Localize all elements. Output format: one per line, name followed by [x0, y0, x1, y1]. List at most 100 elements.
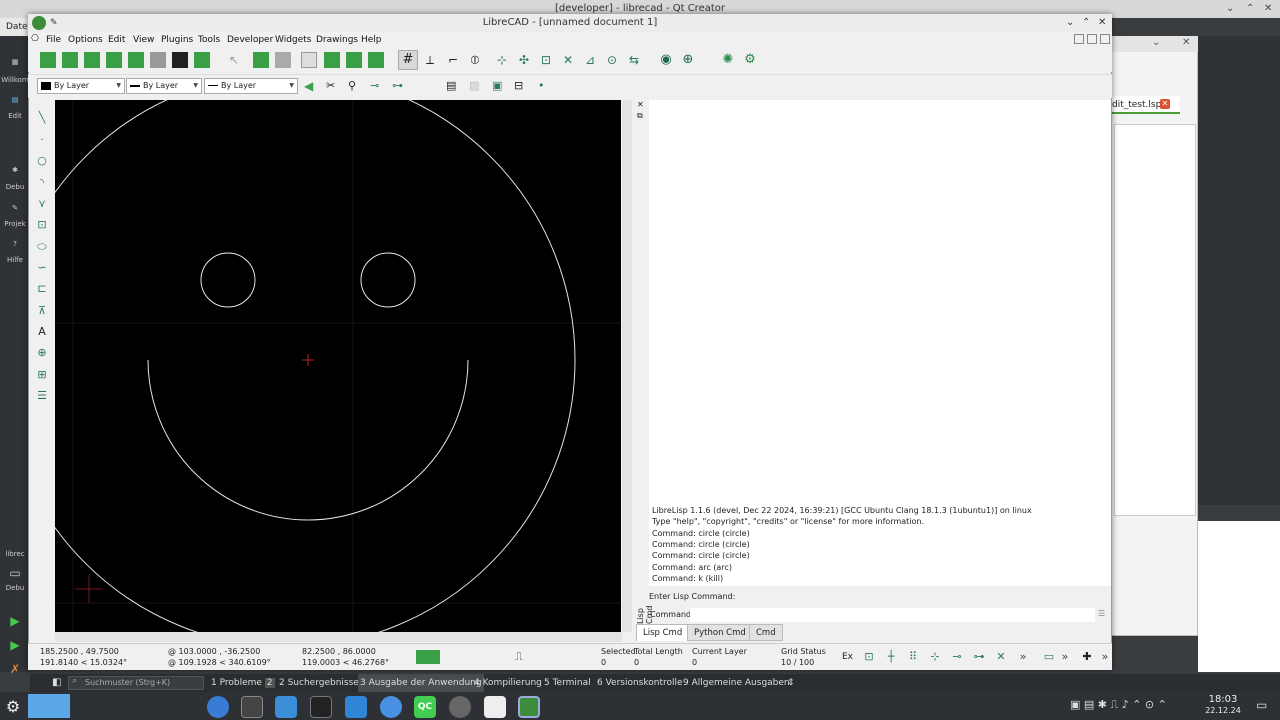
modify-icon[interactable]: ⚲	[348, 79, 356, 92]
right-eye-circle[interactable]	[360, 252, 416, 308]
info-tool-icon[interactable]: ⊞	[34, 367, 50, 383]
close-icon[interactable]: ✕	[1182, 37, 1190, 48]
pen-width-select[interactable]: By Layer ▼	[126, 78, 202, 94]
new-template-icon[interactable]	[62, 52, 78, 68]
mode-help[interactable]: Hilfe	[0, 256, 30, 264]
mode-edit-icon[interactable]: ▤	[0, 96, 30, 104]
qtcreator-icon[interactable]: QC	[414, 696, 436, 718]
ex-label[interactable]: Ex	[842, 652, 853, 662]
menu-options[interactable]: Options	[68, 32, 103, 48]
image-icon[interactable]: ▣	[492, 79, 502, 92]
dock-float-icon[interactable]: ⧉	[637, 111, 643, 121]
face-circle[interactable]	[55, 100, 576, 632]
block-icon[interactable]: ⊟	[514, 79, 523, 92]
menu-plugins[interactable]: Plugins	[161, 32, 193, 48]
restrict-icon[interactable]: ⦶	[467, 52, 483, 68]
run-icon[interactable]: ▶	[0, 614, 30, 628]
mode-projects[interactable]: Projek	[0, 220, 30, 228]
librecad-taskbar-icon[interactable]	[518, 696, 540, 718]
menu-tools[interactable]: Tools	[198, 32, 220, 48]
save-as-icon[interactable]	[128, 52, 144, 68]
menu-developer[interactable]: Developer	[227, 32, 273, 48]
dimension-icon[interactable]: ▤	[446, 79, 456, 92]
mode-debug-icon[interactable]: ✱	[0, 166, 30, 174]
pen-type-select[interactable]: By Layer ▼	[204, 78, 298, 94]
chevron-down-icon[interactable]: ⌄	[1152, 37, 1160, 48]
horizontal-scrollbar[interactable]	[55, 632, 622, 642]
spline-tool-icon[interactable]: ∽	[34, 260, 50, 276]
doc-close-icon[interactable]	[1100, 34, 1110, 44]
close-icon[interactable]: ✕	[1098, 14, 1106, 32]
snap-center-status-icon[interactable]: ⊶	[972, 650, 986, 664]
text-editor-icon[interactable]	[484, 696, 506, 718]
new-icon[interactable]	[40, 52, 56, 68]
vertical-scrollbar[interactable]	[622, 100, 632, 632]
settings-icon[interactable]	[449, 696, 471, 718]
snap-grid-status-icon[interactable]: ⠿	[906, 650, 920, 664]
mouse-mode-icon[interactable]	[416, 650, 440, 664]
editor-pane[interactable]	[1114, 124, 1196, 516]
view-icon[interactable]: ◉	[658, 52, 674, 68]
save-icon[interactable]	[106, 52, 122, 68]
settings-gear-icon[interactable]: ✺	[720, 52, 736, 68]
snap-endpoint-icon[interactable]: ⊡	[538, 52, 554, 68]
output-tab-app-output[interactable]: 3 Ausgabe der Anwendung	[358, 674, 484, 692]
snap-grid-icon[interactable]: ✣	[516, 52, 532, 68]
mode-projects-icon[interactable]: ✎	[0, 204, 30, 212]
copy-icon[interactable]	[301, 52, 317, 68]
mode-debug[interactable]: Debu	[0, 183, 30, 191]
polyline-tool-icon[interactable]: ⋎	[34, 196, 50, 212]
menu-widgets[interactable]: Widgets	[275, 32, 311, 48]
lisp-command-input[interactable]	[690, 608, 1095, 622]
snap-distance-icon[interactable]: ⇆	[626, 52, 642, 68]
output-tab-vcs[interactable]: 6 Versionskontrolle	[597, 674, 683, 692]
chromium-icon[interactable]	[380, 696, 402, 718]
snap-intersection-status-icon[interactable]: ✕	[994, 650, 1008, 664]
menu-file[interactable]: File	[46, 32, 61, 48]
output-tab-general[interactable]: 9 Allgemeine Ausgaben	[683, 674, 790, 692]
tab-lisp-cmd[interactable]: Lisp Cmd	[636, 624, 690, 641]
modify-tool-icon[interactable]: ⊕	[34, 345, 50, 361]
start-menu-icon[interactable]: ⚙	[2, 696, 24, 718]
desktop-pager[interactable]	[28, 694, 70, 718]
mode-icon[interactable]: ▦	[0, 58, 30, 66]
lock-relative-icon[interactable]: ✚	[1080, 650, 1094, 664]
mode-edit[interactable]: Edit	[0, 112, 30, 120]
select-pointer-icon[interactable]: ↖	[226, 52, 242, 68]
snap-intersection-icon[interactable]: ✕	[560, 52, 576, 68]
minimize-icon[interactable]: ⌄	[1226, 0, 1234, 18]
plugin-settings-icon[interactable]: ⚙	[742, 52, 758, 68]
hatch-icon[interactable]: ▨	[469, 79, 479, 92]
output-tab-search[interactable]: 2 Suchergebnisse	[279, 674, 359, 692]
snap-free-icon[interactable]: ⊹	[494, 52, 510, 68]
snap-entity-status-icon[interactable]: ⊸	[950, 650, 964, 664]
snap-box-icon[interactable]: ⊡	[862, 650, 876, 664]
select-tool-icon[interactable]: ⊏	[34, 281, 50, 297]
more-icon[interactable]: »	[1058, 650, 1072, 664]
file-manager-icon[interactable]	[275, 696, 297, 718]
tab-python-cmd[interactable]: Python Cmd	[687, 624, 753, 641]
menu-drawings[interactable]: Drawings	[316, 32, 358, 48]
cut-icon[interactable]	[324, 52, 340, 68]
console-icon[interactable]	[310, 696, 332, 718]
smile-arc[interactable]	[147, 359, 469, 521]
show-desktop-icon[interactable]: ▭	[1256, 698, 1267, 712]
pen-color-select[interactable]: By Layer ▼	[37, 78, 125, 94]
maximize-icon[interactable]: ⌃	[1082, 14, 1090, 32]
open-icon[interactable]	[84, 52, 100, 68]
maximize-icon[interactable]: ⌃	[1246, 0, 1254, 18]
snap-center-icon[interactable]: ⊙	[604, 52, 620, 68]
menu-help[interactable]: Help	[361, 32, 382, 48]
pin-icon[interactable]: ✎	[50, 14, 58, 32]
system-tray-icons[interactable]: ▣ ▤ ✱ ⎍ ♪ ⌃ ⊙ ⌃	[1070, 698, 1167, 712]
mode-help-icon[interactable]: ?	[0, 240, 30, 248]
paste-icon[interactable]	[346, 52, 362, 68]
tab-cmd[interactable]: Cmd	[749, 624, 783, 641]
build-icon[interactable]: ✗	[0, 662, 30, 676]
doc-menu-icon[interactable]: ⎔	[31, 34, 39, 44]
arc-tool-icon[interactable]: ◝	[34, 175, 50, 191]
ortho-icon[interactable]: ⟂	[422, 52, 438, 68]
relative-zero-icon[interactable]: ▭	[1042, 650, 1056, 664]
print-preview-icon[interactable]	[194, 52, 210, 68]
trim-icon[interactable]: ✂	[326, 79, 335, 92]
